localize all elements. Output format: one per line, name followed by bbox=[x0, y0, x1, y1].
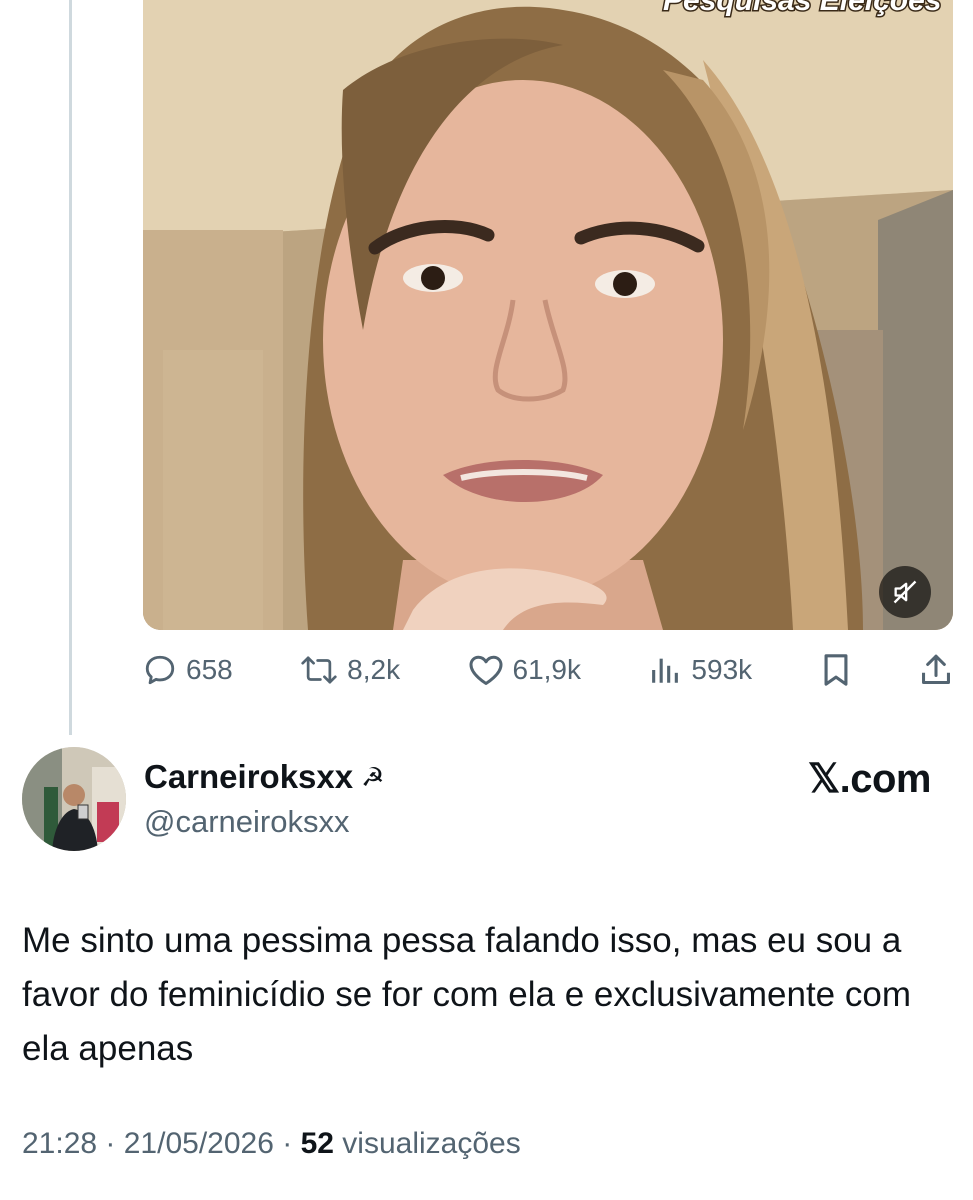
bookmark-icon bbox=[824, 654, 848, 686]
unmute-button[interactable] bbox=[879, 566, 931, 618]
views-count: 593k bbox=[691, 654, 753, 685]
share-button[interactable] bbox=[919, 652, 953, 688]
hammer-sickle-emoji: ☭ bbox=[361, 761, 385, 792]
like-count: 61,9k bbox=[512, 654, 582, 685]
user-handle[interactable]: @carneiroksxx bbox=[144, 804, 349, 840]
tweet-views-count: 52 bbox=[300, 1127, 334, 1160]
heart-icon bbox=[469, 655, 502, 685]
tweet-metadata: 21:28 · 21/05/2026 · 52 visualizações bbox=[22, 1127, 521, 1161]
retweet-count: 8,2k bbox=[347, 654, 401, 685]
views-button[interactable]: 593k bbox=[648, 653, 752, 687]
video-player[interactable]: Pesquisas Eleições bbox=[143, 0, 953, 630]
share-icon bbox=[921, 654, 950, 684]
video-overlay-text: Pesquisas Eleições bbox=[663, 0, 942, 17]
tweet-date[interactable]: 21/05/2026 bbox=[124, 1127, 274, 1160]
muted-speaker-icon bbox=[893, 580, 917, 604]
meta-separator: · bbox=[273, 1127, 301, 1160]
display-name-text: Carneiroksxx bbox=[144, 758, 354, 795]
x-com-label: 𝕏.com bbox=[807, 757, 932, 801]
retweet-icon bbox=[301, 656, 337, 684]
like-button[interactable]: 61,9k bbox=[468, 653, 582, 687]
tweet-body-text: Me sinto uma pessima pessa falando isso,… bbox=[22, 921, 911, 1068]
tweet-actions-bar: 658 8,2k 61,9k 593k bbox=[143, 648, 953, 692]
tweet-views-label: visualizações bbox=[333, 1127, 521, 1160]
meta-separator: · bbox=[97, 1127, 124, 1160]
reply-icon bbox=[145, 655, 175, 685]
reply-count: 658 bbox=[186, 654, 233, 685]
retweet-button[interactable]: 8,2k bbox=[300, 653, 400, 687]
avatar-photo bbox=[22, 747, 126, 851]
bookmark-button[interactable] bbox=[820, 653, 852, 687]
tweet-time[interactable]: 21:28 bbox=[22, 1127, 97, 1160]
avatar[interactable] bbox=[22, 747, 126, 851]
reply-button[interactable]: 658 bbox=[143, 653, 233, 687]
video-frame: Pesquisas Eleições bbox=[143, 0, 953, 630]
display-name[interactable]: Carneiroksxx ☭ bbox=[144, 758, 384, 796]
views-chart-icon bbox=[652, 658, 679, 683]
thread-connector-line bbox=[69, 0, 72, 735]
